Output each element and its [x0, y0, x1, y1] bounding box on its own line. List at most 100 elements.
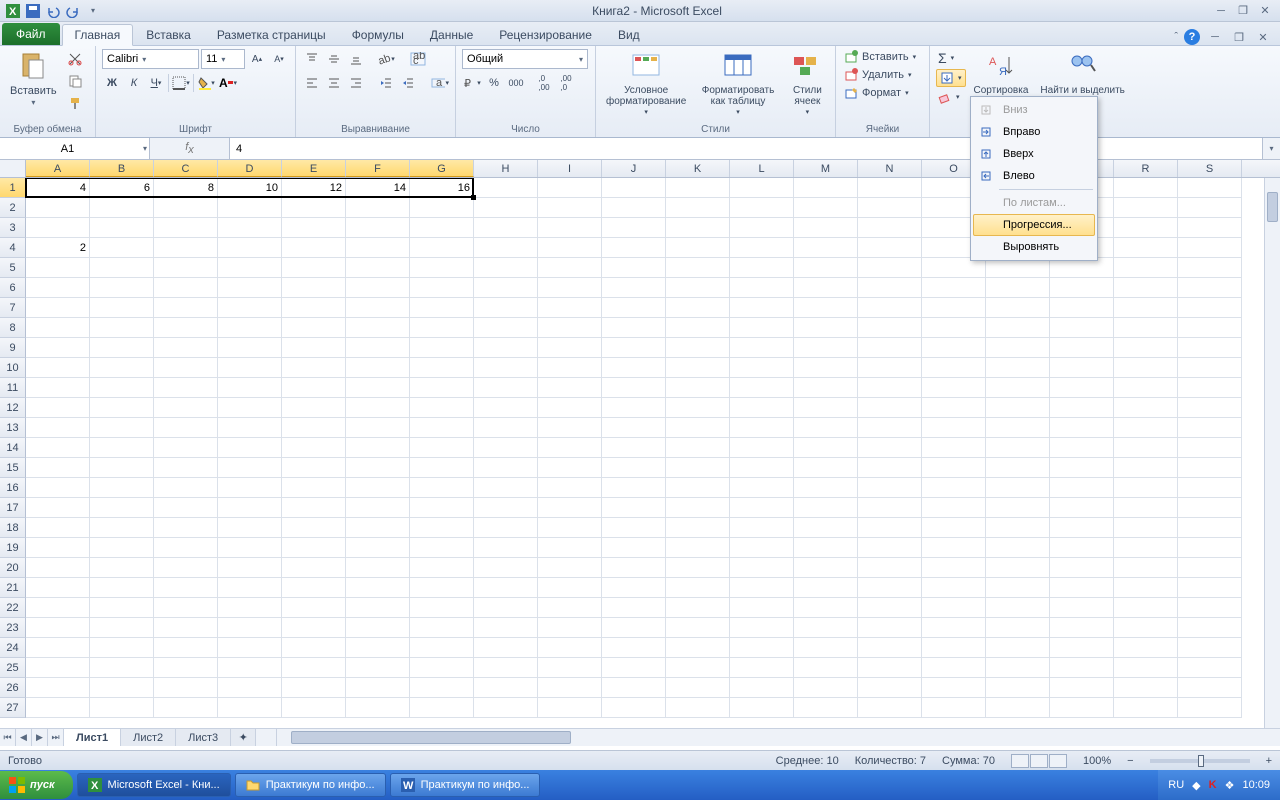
- decrease-font-button[interactable]: A▾: [269, 49, 289, 69]
- increase-font-button[interactable]: A▴: [247, 49, 267, 69]
- cell-L23[interactable]: [730, 618, 794, 638]
- cell-M25[interactable]: [794, 658, 858, 678]
- cell-H23[interactable]: [474, 618, 538, 638]
- format-as-table-button[interactable]: Форматировать как таблицу▾: [694, 49, 781, 119]
- cell-C3[interactable]: [154, 218, 218, 238]
- cell-I5[interactable]: [538, 258, 602, 278]
- cell-H15[interactable]: [474, 458, 538, 478]
- cell-H8[interactable]: [474, 318, 538, 338]
- cell-N2[interactable]: [858, 198, 922, 218]
- cell-A12[interactable]: [26, 398, 90, 418]
- cell-A2[interactable]: [26, 198, 90, 218]
- cell-N21[interactable]: [858, 578, 922, 598]
- cell-D16[interactable]: [218, 478, 282, 498]
- cell-D3[interactable]: [218, 218, 282, 238]
- cell-I16[interactable]: [538, 478, 602, 498]
- cell-N22[interactable]: [858, 598, 922, 618]
- cell-S21[interactable]: [1178, 578, 1242, 598]
- fill-button[interactable]: ▾: [936, 69, 966, 87]
- delete-cells-button[interactable]: Удалить▾: [842, 67, 914, 83]
- sheet-tab-3[interactable]: Лист3: [176, 729, 231, 746]
- merge-center-button[interactable]: a▾: [430, 73, 450, 93]
- cell-E11[interactable]: [282, 378, 346, 398]
- cell-A4[interactable]: 2: [26, 238, 90, 258]
- cell-E12[interactable]: [282, 398, 346, 418]
- cell-O22[interactable]: [922, 598, 986, 618]
- cell-I12[interactable]: [538, 398, 602, 418]
- cell-B1[interactable]: 6: [90, 178, 154, 198]
- cell-D7[interactable]: [218, 298, 282, 318]
- cell-I15[interactable]: [538, 458, 602, 478]
- cell-E5[interactable]: [282, 258, 346, 278]
- cell-I22[interactable]: [538, 598, 602, 618]
- cell-H20[interactable]: [474, 558, 538, 578]
- cell-L5[interactable]: [730, 258, 794, 278]
- cell-F26[interactable]: [346, 678, 410, 698]
- cell-G16[interactable]: [410, 478, 474, 498]
- align-bottom-button[interactable]: [346, 49, 366, 69]
- cell-M1[interactable]: [794, 178, 858, 198]
- align-center-button[interactable]: [324, 73, 344, 93]
- cell-Q6[interactable]: [1050, 278, 1114, 298]
- cell-C17[interactable]: [154, 498, 218, 518]
- tab-page-layout[interactable]: Разметка страницы: [204, 23, 339, 45]
- cell-G9[interactable]: [410, 338, 474, 358]
- cell-E14[interactable]: [282, 438, 346, 458]
- cell-F5[interactable]: [346, 258, 410, 278]
- cell-K16[interactable]: [666, 478, 730, 498]
- cell-C6[interactable]: [154, 278, 218, 298]
- cell-B23[interactable]: [90, 618, 154, 638]
- cell-A20[interactable]: [26, 558, 90, 578]
- cell-M5[interactable]: [794, 258, 858, 278]
- cell-G20[interactable]: [410, 558, 474, 578]
- cell-G13[interactable]: [410, 418, 474, 438]
- column-header-M[interactable]: M: [794, 160, 858, 177]
- cell-B22[interactable]: [90, 598, 154, 618]
- help-icon[interactable]: ?: [1184, 29, 1200, 45]
- cell-K7[interactable]: [666, 298, 730, 318]
- cell-C19[interactable]: [154, 538, 218, 558]
- cell-S27[interactable]: [1178, 698, 1242, 718]
- cell-N20[interactable]: [858, 558, 922, 578]
- cell-I20[interactable]: [538, 558, 602, 578]
- column-header-L[interactable]: L: [730, 160, 794, 177]
- minimize-ribbon-icon[interactable]: ˆ: [1174, 31, 1178, 43]
- cell-R22[interactable]: [1114, 598, 1178, 618]
- row-header-3[interactable]: 3: [0, 218, 26, 238]
- vertical-scrollbar[interactable]: [1264, 178, 1280, 728]
- cell-D5[interactable]: [218, 258, 282, 278]
- cell-D2[interactable]: [218, 198, 282, 218]
- cell-J10[interactable]: [602, 358, 666, 378]
- cell-H3[interactable]: [474, 218, 538, 238]
- view-normal-button[interactable]: [1011, 754, 1029, 768]
- row-header-9[interactable]: 9: [0, 338, 26, 358]
- cell-C2[interactable]: [154, 198, 218, 218]
- cell-N25[interactable]: [858, 658, 922, 678]
- cell-G14[interactable]: [410, 438, 474, 458]
- sort-filter-button[interactable]: АЯ Сортировка: [970, 49, 1033, 98]
- cell-Q7[interactable]: [1050, 298, 1114, 318]
- cell-R3[interactable]: [1114, 218, 1178, 238]
- cell-R17[interactable]: [1114, 498, 1178, 518]
- cell-G18[interactable]: [410, 518, 474, 538]
- cell-L9[interactable]: [730, 338, 794, 358]
- cell-R26[interactable]: [1114, 678, 1178, 698]
- decrease-decimal-button[interactable]: ,00,0: [556, 73, 576, 93]
- cell-E13[interactable]: [282, 418, 346, 438]
- cell-J9[interactable]: [602, 338, 666, 358]
- cell-D4[interactable]: [218, 238, 282, 258]
- cell-O5[interactable]: [922, 258, 986, 278]
- cell-R8[interactable]: [1114, 318, 1178, 338]
- cell-B26[interactable]: [90, 678, 154, 698]
- cell-B15[interactable]: [90, 458, 154, 478]
- cell-O19[interactable]: [922, 538, 986, 558]
- cell-D10[interactable]: [218, 358, 282, 378]
- zoom-level[interactable]: 100%: [1083, 755, 1111, 767]
- cell-R2[interactable]: [1114, 198, 1178, 218]
- cell-S18[interactable]: [1178, 518, 1242, 538]
- cell-H25[interactable]: [474, 658, 538, 678]
- cell-F27[interactable]: [346, 698, 410, 718]
- cell-J16[interactable]: [602, 478, 666, 498]
- cell-I11[interactable]: [538, 378, 602, 398]
- cell-I1[interactable]: [538, 178, 602, 198]
